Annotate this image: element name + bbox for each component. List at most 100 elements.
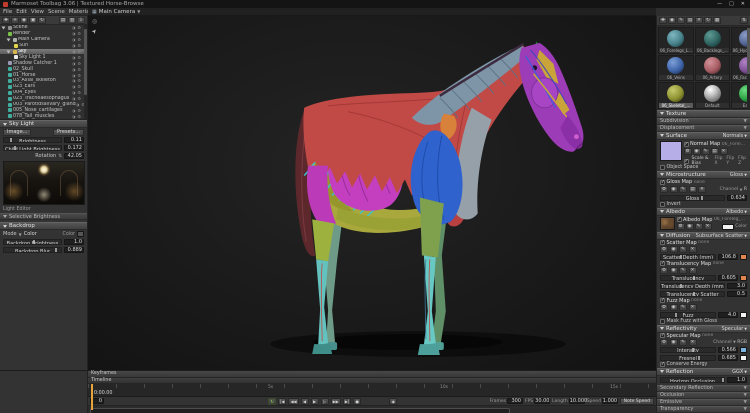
child-light-brightness-value[interactable]: 0.172 <box>64 145 84 151</box>
gloss-slider[interactable]: Gloss <box>660 195 725 201</box>
visibility-icon[interactable]: ◑ <box>72 37 76 42</box>
brightness-slider[interactable]: Brightness <box>3 137 62 143</box>
import-model-icon[interactable]: ⇩ <box>77 17 85 24</box>
gear-icon[interactable]: ⚙ <box>684 148 692 155</box>
visibility-icon[interactable]: ◑ <box>72 84 76 89</box>
clear-icon[interactable]: ✕ <box>689 339 697 346</box>
gear-icon[interactable]: ⚙ <box>660 304 668 311</box>
link-icon[interactable]: ⚙ <box>77 78 81 83</box>
open-scene-icon[interactable]: ▤ <box>59 17 67 24</box>
gear-icon[interactable]: ⚙ <box>660 267 668 274</box>
fresnel-slider[interactable]: Fresnel <box>660 355 716 361</box>
transparency-section[interactable]: Transparency ▼ <box>657 406 750 413</box>
gloss-map-checkbox[interactable]: ✓ <box>660 180 665 185</box>
gear-icon[interactable]: ⚙ <box>660 339 668 346</box>
timeline-scrollbar[interactable] <box>88 407 656 413</box>
edit-icon[interactable]: ✎ <box>679 339 687 346</box>
refresh-material-icon[interactable]: ↻ <box>704 17 712 24</box>
reflectivity-mode-dropdown[interactable]: Specular▼ <box>721 326 747 332</box>
link-icon[interactable]: ⚙ <box>77 31 81 36</box>
save-scene-icon[interactable]: ▥ <box>68 17 76 24</box>
scatter-color-swatch[interactable] <box>740 254 747 260</box>
translucency-depth-value[interactable]: 3.0 <box>727 283 747 289</box>
picker-icon[interactable]: ◉ <box>670 304 678 311</box>
prev-keyframe-button[interactable]: ◀◀ <box>288 398 298 405</box>
clear-icon[interactable]: ✕ <box>689 246 697 253</box>
loop-button[interactable]: ↻ <box>268 398 276 405</box>
backdrop-mode-value[interactable]: Color <box>24 231 37 237</box>
material-tile[interactable]: Default <box>695 82 730 109</box>
clear-icon[interactable]: ✕ <box>720 148 728 155</box>
maximize-button[interactable]: □ <box>729 1 734 7</box>
reflectivity-header[interactable]: Reflectivity Specular▼ <box>657 325 750 333</box>
camera-selector[interactable]: Main Camera <box>99 9 135 15</box>
link-icon[interactable]: ⚙ <box>77 84 81 89</box>
backdrop-blur-slider[interactable]: Backdrop Blur <box>3 247 62 253</box>
tree-item-mesh[interactable]: 003_Parotidsalivary_gland ◑⚙ <box>0 102 87 108</box>
record-button[interactable]: ● <box>353 398 361 405</box>
minimize-button[interactable]: — <box>717 1 722 7</box>
fuzz-slider[interactable]: Fuzz <box>660 312 716 318</box>
folder-icon[interactable]: ▤ <box>711 148 719 155</box>
albedo-map-checkbox[interactable]: ✓ <box>677 217 682 222</box>
note-speed-button[interactable]: Note Speed <box>620 398 654 405</box>
flip-y-toggle[interactable]: Flip Y <box>726 156 735 166</box>
length-value[interactable]: 10.000 <box>569 398 585 404</box>
new-material-icon[interactable]: ✚ <box>659 17 667 24</box>
delete-material-icon[interactable]: ✕ <box>695 17 703 24</box>
intensity-value[interactable]: 0.566 <box>718 347 738 353</box>
microstructure-mode-dropdown[interactable]: Gloss▼ <box>730 172 747 178</box>
capture-keyframe-icon[interactable]: ◉ <box>389 398 397 405</box>
play-button[interactable]: ▶ <box>311 398 319 405</box>
picker-icon[interactable]: ◉ <box>670 267 678 274</box>
edit-icon[interactable]: ✎ <box>679 304 687 311</box>
backdrop-color-swatch[interactable] <box>77 231 84 237</box>
reflection-mode-dropdown[interactable]: GGX▼ <box>732 369 747 375</box>
library-icon[interactable]: ▦ <box>713 17 721 24</box>
selective-brightness-section[interactable]: Selective Brightness <box>0 213 87 220</box>
fps-value[interactable]: 30.00 <box>534 398 550 404</box>
visibility-icon[interactable]: ◑ <box>76 102 80 107</box>
material-tile[interactable]: 06_Backlegs_... <box>695 27 730 54</box>
material-tile-selected[interactable]: 06_Skeletal_... <box>658 82 694 109</box>
albedo-map-thumbnail[interactable] <box>660 217 675 230</box>
next-keyframe-button[interactable]: ▶▶ <box>331 398 341 405</box>
visibility-icon[interactable]: ◑ <box>72 108 76 113</box>
scatter-map-checkbox[interactable]: ✓ <box>660 240 665 245</box>
mask-fuzz-checkbox[interactable] <box>660 319 665 324</box>
sky-light-header[interactable]: Sky Light <box>0 120 87 128</box>
scatter-depth-value[interactable]: 106.8 <box>718 254 738 260</box>
intensity-slider[interactable]: Intensity <box>660 347 716 353</box>
translucency-scatter-value[interactable]: 0.5 <box>727 291 747 297</box>
visibility-icon[interactable]: ◑ <box>72 90 76 95</box>
visibility-icon[interactable]: ◑ <box>72 55 76 60</box>
clear-icon[interactable]: ✕ <box>689 304 697 311</box>
invert-checkbox[interactable] <box>660 202 665 207</box>
reflection-header[interactable]: Reflection GGX▼ <box>657 368 750 376</box>
brightness-value[interactable]: 0.11 <box>64 137 84 143</box>
visibility-icon[interactable]: ◑ <box>72 73 76 78</box>
translucency-value[interactable]: 0.605 <box>718 275 738 281</box>
flip-z-toggle[interactable]: Flip Z <box>738 156 747 166</box>
tree-item-mesh[interactable]: 078_Tail_muscles ◑⚙ <box>0 113 87 119</box>
translucency-slider[interactable]: Translucency <box>660 275 716 281</box>
channel-dropdown[interactable]: ▼ <box>733 340 736 344</box>
backdrop-brightness-slider[interactable]: Backdrop Brightness <box>3 239 62 245</box>
clear-icon[interactable]: ✕ <box>698 186 706 193</box>
visibility-icon[interactable]: ◑ <box>72 43 76 48</box>
scale-bias-checkbox[interactable]: ✓ <box>684 159 689 164</box>
visibility-icon[interactable]: ◑ <box>72 25 76 30</box>
normal-map-checkbox[interactable]: ✓ <box>684 142 689 147</box>
clear-icon[interactable]: ✕ <box>704 223 712 230</box>
picker-icon[interactable]: ◉ <box>670 339 678 346</box>
edit-icon[interactable]: ✎ <box>695 223 703 230</box>
expander-icon[interactable] <box>2 26 6 29</box>
albedo-color-swatch[interactable] <box>722 224 734 230</box>
flip-x-toggle[interactable]: Flip X <box>714 156 723 166</box>
picker-icon[interactable]: ◉ <box>686 223 694 230</box>
picker-icon[interactable]: ◉ <box>670 186 678 193</box>
add-mesh-icon[interactable]: ▣ <box>29 17 37 24</box>
link-icon[interactable]: ⚙ <box>77 55 81 60</box>
menu-file[interactable]: File <box>3 9 12 15</box>
horizon-occlusion-slider[interactable]: Horizon Occlusion <box>660 377 725 383</box>
